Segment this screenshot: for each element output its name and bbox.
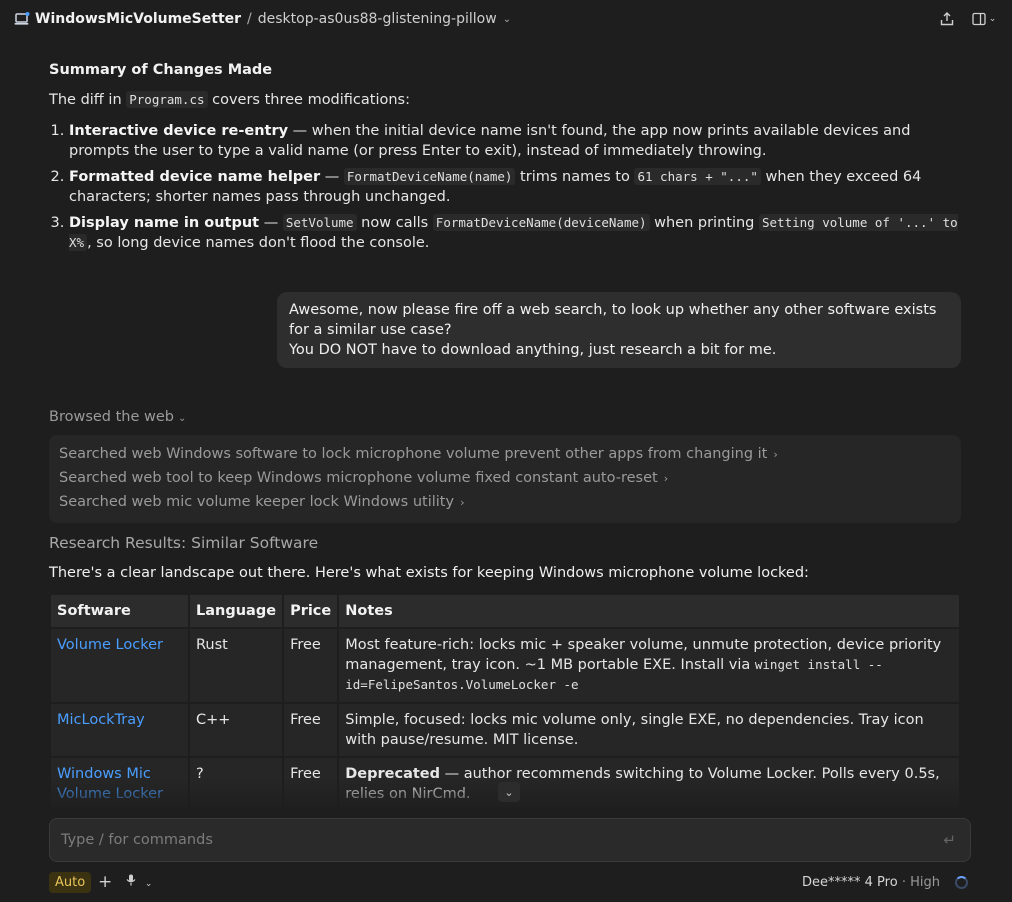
list-item: Formatted device name helper — FormatDev… — [69, 167, 959, 207]
enter-return-icon[interactable]: ↵ — [943, 831, 956, 849]
microphone-icon[interactable]: ⌄ — [126, 874, 152, 889]
table-row: MicLockTray C++ Free Simple, focused: lo… — [51, 704, 959, 756]
item-title: Formatted device name helper — [69, 169, 321, 185]
table-header-row: Software Language Price Notes — [51, 595, 959, 627]
scroll-to-bottom-button[interactable]: ⌄ — [498, 782, 520, 802]
chevron-down-icon: ⌄ — [504, 785, 514, 799]
model-selector[interactable]: Dee***** 4 Pro · High — [802, 875, 940, 890]
research-heading: Research Results: Similar Software — [49, 534, 319, 552]
intro-suffix: covers three modifications: — [212, 92, 410, 108]
sidebar-panel-icon[interactable]: ⌄ — [970, 10, 998, 28]
model-name: Dee***** 4 Pro — [802, 875, 898, 890]
chevron-down-icon[interactable]: ⌄ — [503, 14, 511, 25]
changes-list: Interactive device re-entry — when the i… — [49, 121, 959, 259]
message-composer[interactable]: ↵ — [49, 818, 971, 862]
chevron-down-icon: ⌄ — [144, 879, 153, 889]
language-cell: Rust — [190, 629, 283, 702]
loading-spinner-icon — [955, 876, 968, 889]
browsed-web-toggle[interactable]: Browsed the web ⌄ — [49, 409, 186, 425]
summary-intro: The diff in Program.cs covers three modi… — [49, 91, 410, 108]
item-text: trims names to — [515, 169, 635, 185]
search-entry[interactable]: Searched web Windows software to lock mi… — [59, 442, 951, 466]
item-text: now calls — [356, 215, 433, 231]
browsed-label: Browsed the web — [49, 409, 174, 425]
software-link[interactable]: Volume Locker — [57, 637, 163, 653]
inline-code: 61 chars + "..." — [634, 168, 761, 185]
search-entry[interactable]: Searched web tool to keep Windows microp… — [59, 466, 951, 490]
web-search-list: Searched web Windows software to lock mi… — [49, 435, 961, 523]
item-text: — — [320, 169, 344, 185]
chevron-right-icon: › — [773, 448, 778, 461]
column-header: Notes — [339, 595, 959, 627]
price-cell: Free — [284, 629, 338, 702]
model-separator: · — [901, 875, 906, 890]
column-header: Language — [190, 595, 283, 627]
inline-code: SetVolume — [282, 214, 357, 231]
software-cell: Volume Locker — [51, 629, 188, 702]
column-header: Software — [51, 595, 188, 627]
search-text: Searched web Windows software to lock mi… — [59, 446, 768, 462]
plus-icon[interactable]: + — [98, 872, 112, 892]
user-message-line: Awesome, now please fire off a web searc… — [289, 302, 937, 338]
search-text: Searched web tool to keep Windows microp… — [59, 470, 658, 486]
software-cell: MicLockTray — [51, 704, 188, 756]
language-cell: C++ — [190, 704, 283, 756]
project-title[interactable]: WindowsMicVolumeSetter — [35, 11, 241, 27]
column-header: Price — [284, 595, 338, 627]
summary-heading: Summary of Changes Made — [49, 62, 273, 78]
price-cell: Free — [284, 704, 338, 756]
item-text: — — [259, 215, 283, 231]
item-title: Interactive device re-entry — [69, 123, 289, 139]
item-text: when printing — [649, 215, 759, 231]
code-filename: Program.cs — [126, 91, 208, 108]
chevron-right-icon: › — [663, 472, 669, 485]
item-title: Display name in output — [69, 215, 260, 231]
command-input[interactable] — [59, 829, 919, 851]
auto-mode-toggle[interactable]: Auto — [49, 872, 92, 893]
inline-code: FormatDeviceName(name) — [343, 168, 516, 185]
search-entry[interactable]: Searched web mic volume keeper lock Wind… — [59, 490, 951, 514]
list-item: Interactive device re-entry — when the i… — [69, 121, 959, 161]
chevron-right-icon: › — [460, 496, 465, 509]
list-item: Display name in output — SetVolume now c… — [69, 213, 959, 253]
table-row: Volume Locker Rust Free Most feature-ric… — [51, 629, 959, 702]
user-message-line: You DO NOT have to download anything, ju… — [289, 342, 777, 358]
software-link[interactable]: MicLockTray — [57, 712, 145, 728]
inline-code: FormatDeviceName(deviceName) — [432, 214, 650, 231]
chevron-down-icon: ⌄ — [178, 413, 187, 424]
notes-cell: Most feature-rich: locks mic + speaker v… — [339, 629, 959, 702]
share-upload-icon[interactable] — [938, 10, 956, 28]
search-text: Searched web mic volume keeper lock Wind… — [59, 494, 455, 510]
notes-cell: Simple, focused: locks mic volume only, … — [339, 704, 959, 756]
composer-footer: Auto + ⌄ Dee***** 4 Pro · High — [0, 870, 1012, 898]
top-bar: WindowsMicVolumeSetter / desktop-as0us88… — [0, 0, 1012, 38]
item-text: , so long device names don't flood the c… — [87, 235, 430, 251]
intro-prefix: The diff in — [49, 92, 122, 108]
workspace-name[interactable]: desktop-as0us88-glistening-pillow — [258, 11, 497, 27]
laptop-icon — [14, 12, 30, 26]
breadcrumb-separator: / — [247, 11, 252, 27]
user-message-bubble: Awesome, now please fire off a web searc… — [277, 292, 961, 368]
conversation-area[interactable]: Summary of Changes Made The diff in Prog… — [0, 38, 1012, 808]
chevron-down-icon: ⌄ — [988, 14, 997, 24]
research-intro: There's a clear landscape out there. Her… — [49, 565, 809, 581]
effort-level: High — [910, 875, 940, 890]
software-table: Software Language Price Notes Volume Loc… — [49, 593, 961, 808]
